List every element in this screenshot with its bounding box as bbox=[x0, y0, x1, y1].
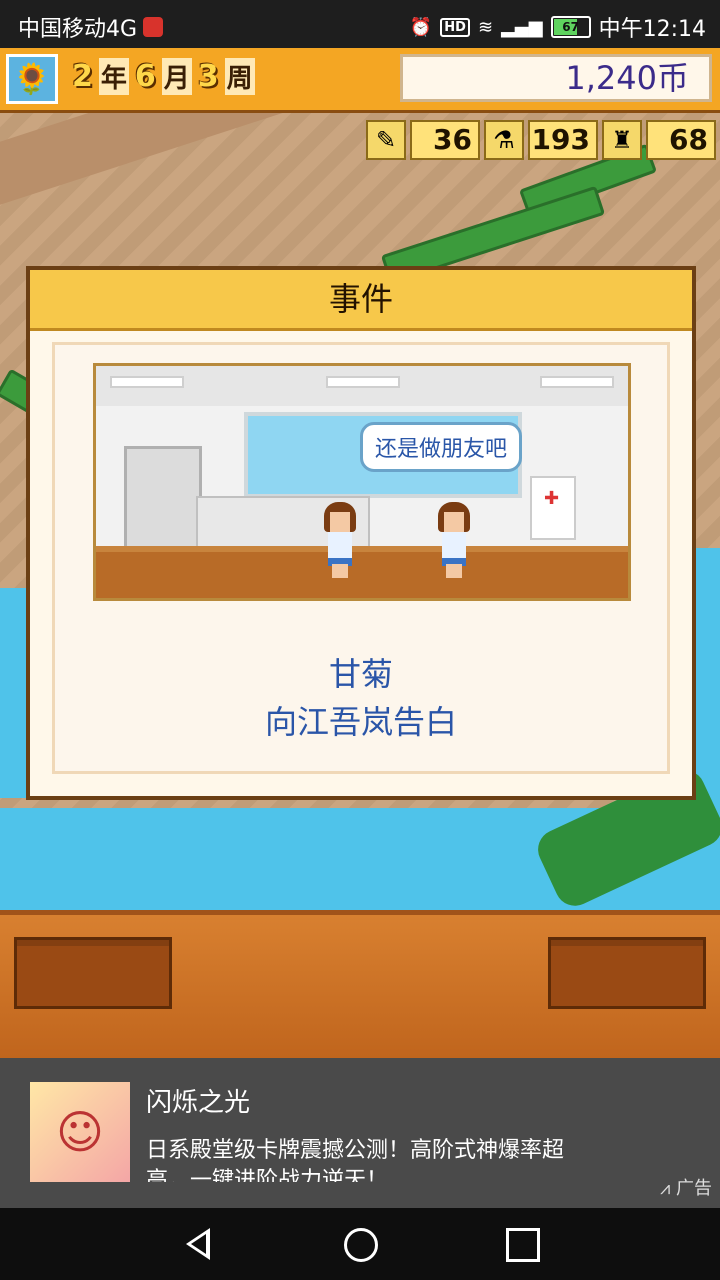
signal-icon: ▂▄▆ bbox=[501, 16, 543, 38]
ad-thumbnail[interactable]: ☺ bbox=[30, 1082, 130, 1182]
event-description: 向江吾岚告白 bbox=[264, 703, 457, 741]
money-display: 1,240币 bbox=[400, 54, 712, 102]
research-stat: 193 bbox=[528, 120, 598, 160]
wifi-icon: ≋ bbox=[477, 16, 494, 38]
ad-label: ⩘ 广告 bbox=[660, 1174, 712, 1200]
bottom-menu-panel bbox=[0, 910, 720, 1058]
ceiling-light bbox=[540, 376, 614, 388]
year-unit: 年 bbox=[98, 58, 129, 95]
sprite-face bbox=[330, 512, 350, 532]
battery-icon: 67 bbox=[550, 16, 591, 38]
month-number: 6 bbox=[134, 59, 156, 94]
week-unit: 周 bbox=[224, 58, 255, 95]
first-aid-icon: ✚ bbox=[544, 488, 560, 509]
pencil-icon: ✎ bbox=[366, 120, 406, 160]
back-icon-inner bbox=[191, 1234, 206, 1254]
tower-icon: ♜ bbox=[602, 120, 642, 160]
event-scene: ✚ 还是做朋友吧 bbox=[93, 363, 631, 601]
left-menu-button[interactable] bbox=[14, 937, 172, 1009]
recent-apps-icon[interactable] bbox=[506, 1228, 540, 1262]
ad-banner[interactable]: ☺ 闪烁之光 日系殿堂级卡牌震撼公测！高阶式神爆率超高，一键进阶战力逆天！ ⩘ … bbox=[0, 1058, 720, 1208]
flask-icon: ⚗ bbox=[484, 120, 524, 160]
week-number: 3 bbox=[197, 59, 219, 94]
sprite-legs bbox=[446, 564, 462, 578]
alarm-icon: ⏰ bbox=[409, 16, 433, 38]
dialog-body: ✚ 还是做朋友吧 甘菊 向江吾岚告白 bbox=[52, 342, 670, 774]
hd-badge: HD bbox=[440, 17, 470, 37]
student-sprite bbox=[436, 502, 472, 582]
study-stat: 36 bbox=[410, 120, 480, 160]
event-character-name: 甘菊 bbox=[328, 655, 393, 693]
floor bbox=[96, 546, 628, 598]
ad-tag-text: 广告 bbox=[676, 1178, 712, 1199]
ad-description[interactable]: 日系殿堂级卡牌震撼公测！高阶式神爆率超高，一键进阶战力逆天！ bbox=[146, 1136, 606, 1182]
clock: 中午12:14 bbox=[598, 17, 706, 42]
carrier-label: 中国移动4G bbox=[18, 17, 138, 42]
sunflower-icon[interactable]: 🌻 bbox=[6, 54, 58, 104]
ad-logo-icon: ⩘ bbox=[660, 1178, 676, 1199]
student-sprite bbox=[322, 502, 358, 582]
home-icon[interactable] bbox=[344, 1228, 378, 1262]
lockers bbox=[124, 446, 202, 560]
sprite-face bbox=[444, 512, 464, 532]
dialog-title: 事件 bbox=[30, 270, 692, 331]
first-aid-cabinet: ✚ bbox=[530, 476, 576, 540]
navigation-bar bbox=[0, 1208, 720, 1280]
sprite-legs bbox=[332, 564, 348, 578]
status-bar: 中国移动4G ⏰ HD ≋ ▂▄▆ 67 中午12:14 bbox=[0, 0, 720, 48]
ceiling-light bbox=[110, 376, 184, 388]
ad-title[interactable]: 闪烁之光 bbox=[146, 1082, 250, 1119]
sprite-body bbox=[442, 532, 466, 566]
year-number: 2 bbox=[72, 59, 93, 94]
sprite-body bbox=[328, 532, 352, 566]
status-left: 中国移动4G bbox=[18, 11, 164, 43]
top-hud: 🌻 2 年 6 月 3 周 1,240币 bbox=[0, 48, 720, 113]
notification-app-icon bbox=[143, 17, 164, 37]
status-right: ⏰ HD ≋ ▂▄▆ 67 中午12:14 bbox=[410, 11, 706, 43]
ceiling-light bbox=[326, 376, 400, 388]
month-unit: 月 bbox=[161, 58, 192, 95]
prestige-stat: 68 bbox=[646, 120, 716, 160]
date-display: 2 年 6 月 3 周 bbox=[72, 58, 255, 95]
stats-bar: ✎ 36 ⚗ 193 ♜ 68 bbox=[366, 120, 716, 162]
battery-level: 67 bbox=[562, 20, 579, 34]
right-menu-button[interactable] bbox=[548, 937, 706, 1009]
speech-bubble: 还是做朋友吧 bbox=[360, 422, 523, 472]
event-dialog[interactable]: 事件 ✚ 还是做朋友吧 甘菊 向江吾岚告白 bbox=[26, 266, 696, 800]
